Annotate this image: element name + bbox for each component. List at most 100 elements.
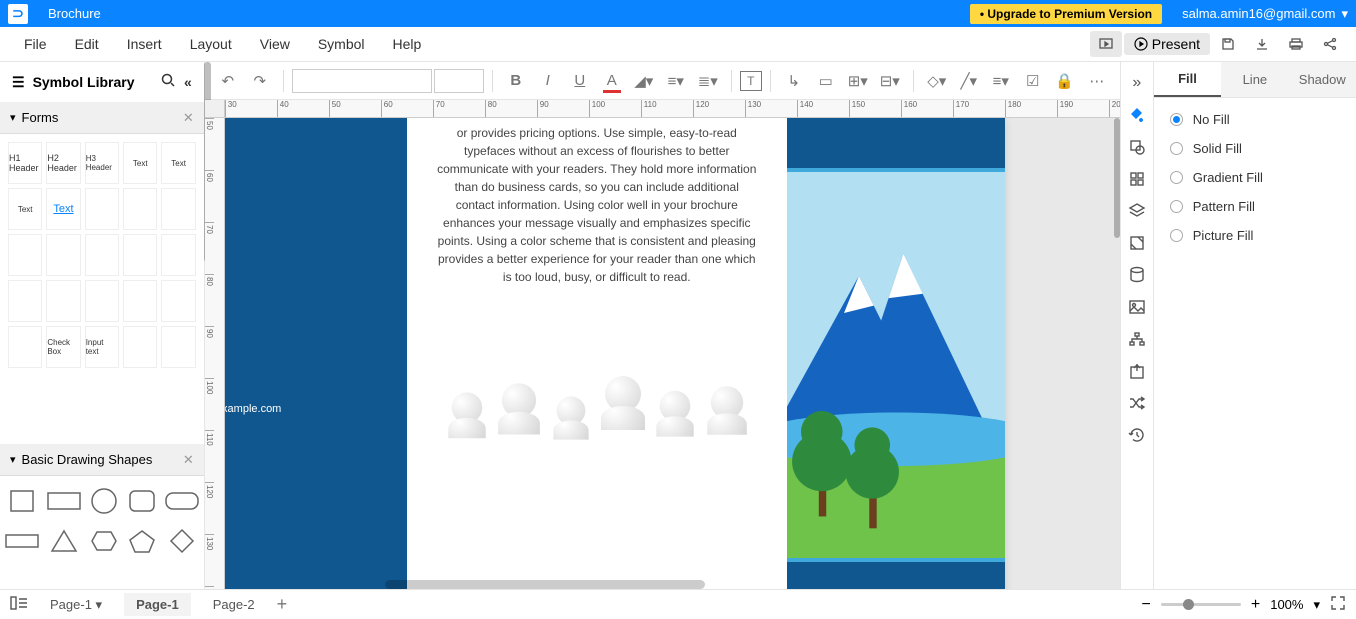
form-item[interactable]: [161, 234, 195, 276]
pages-list-icon[interactable]: [10, 596, 28, 613]
menu-insert[interactable]: Insert: [113, 36, 176, 52]
layers-tool-icon[interactable]: [1121, 196, 1153, 226]
redo-icon[interactable]: ↷: [245, 67, 275, 95]
zoom-dropdown-icon[interactable]: ▾: [1313, 597, 1320, 613]
tab-line[interactable]: Line: [1221, 62, 1288, 97]
print-icon[interactable]: [1280, 31, 1312, 57]
menu-edit[interactable]: Edit: [61, 36, 113, 52]
shape-pentagon[interactable]: [126, 524, 158, 558]
menu-file[interactable]: File: [10, 36, 61, 52]
menu-layout[interactable]: Layout: [176, 36, 246, 52]
zoom-slider[interactable]: [1161, 603, 1241, 606]
shape-diamond[interactable]: [164, 524, 200, 558]
form-item[interactable]: Input text: [85, 326, 119, 368]
grid-tool-icon[interactable]: [1121, 164, 1153, 194]
form-item[interactable]: H2 Header: [46, 142, 80, 184]
line-color-icon[interactable]: ╱▾: [954, 67, 984, 95]
shape-rounded-rect[interactable]: [164, 484, 200, 518]
bold-icon[interactable]: B: [501, 67, 531, 95]
font-family-select[interactable]: [292, 69, 432, 93]
shape-triangle[interactable]: [46, 524, 82, 558]
data-tool-icon[interactable]: [1121, 260, 1153, 290]
font-size-select[interactable]: [434, 69, 484, 93]
form-item[interactable]: [8, 326, 42, 368]
forms-panel-header[interactable]: ▾ Forms ✕: [0, 102, 204, 134]
shape-rectangle[interactable]: [46, 484, 82, 518]
form-item[interactable]: [8, 234, 42, 276]
shape-hexagon[interactable]: [88, 524, 120, 558]
canvas-area[interactable]: 3040506070809010011012013014015016017018…: [205, 100, 1120, 589]
group-icon[interactable]: ⊞▾: [843, 67, 873, 95]
more-icon[interactable]: ⋯: [1082, 67, 1112, 95]
search-icon[interactable]: [161, 73, 176, 91]
shape-rounded-square[interactable]: [126, 484, 158, 518]
close-icon[interactable]: ✕: [183, 110, 194, 126]
shape-rect-outline[interactable]: [4, 524, 40, 558]
expand-strip-icon[interactable]: »: [1121, 68, 1153, 98]
zoom-out-icon[interactable]: −: [1142, 596, 1151, 614]
shape-circle[interactable]: [88, 484, 120, 518]
brochure-left-panel[interactable]: 555 5 @example.com: [225, 118, 407, 589]
font-color-icon[interactable]: A: [597, 67, 627, 95]
form-item[interactable]: [161, 326, 195, 368]
fill-option[interactable]: Solid Fill: [1170, 141, 1340, 156]
fill-option[interactable]: Gradient Fill: [1170, 170, 1340, 185]
form-item[interactable]: [85, 234, 119, 276]
text-box-icon[interactable]: T: [740, 71, 762, 91]
form-item[interactable]: [161, 188, 195, 230]
shape-tool-icon[interactable]: [1121, 132, 1153, 162]
highlight-icon[interactable]: ◢▾: [629, 67, 659, 95]
save-icon[interactable]: [1212, 31, 1244, 57]
canvas-h-scrollbar[interactable]: [385, 580, 705, 589]
form-item[interactable]: [85, 188, 119, 230]
form-item[interactable]: [123, 188, 157, 230]
brochure-middle-panel[interactable]: or provides pricing options. Use simple,…: [407, 118, 787, 589]
page-selector[interactable]: Page-1 ▾: [38, 593, 114, 617]
align-objects-icon[interactable]: ⊟▾: [875, 67, 905, 95]
form-item[interactable]: H1 Header: [8, 142, 42, 184]
indent-icon[interactable]: ≣▾: [693, 67, 723, 95]
lock-icon[interactable]: 🔒: [1050, 67, 1080, 95]
effects-icon[interactable]: ☑: [1018, 67, 1048, 95]
line-style-icon[interactable]: ≡▾: [986, 67, 1016, 95]
form-item[interactable]: [123, 234, 157, 276]
container-icon[interactable]: ▭: [811, 67, 841, 95]
user-menu[interactable]: salma.amin16@gmail.com ▾: [1182, 6, 1348, 22]
shapes-panel-header[interactable]: ▾ Basic Drawing Shapes ✕: [0, 444, 204, 476]
form-item[interactable]: Check Box: [46, 326, 80, 368]
close-icon[interactable]: ✕: [183, 452, 194, 468]
tab-shadow[interactable]: Shadow: [1289, 62, 1356, 97]
upgrade-button[interactable]: • Upgrade to Premium Version: [970, 4, 1162, 24]
brochure-page[interactable]: 555 5 @example.com or provides pricing o…: [225, 118, 1005, 589]
tab-fill[interactable]: Fill: [1154, 62, 1221, 97]
export-tool-icon[interactable]: [1121, 356, 1153, 386]
page-tab-2[interactable]: Page-2: [201, 593, 267, 616]
form-item[interactable]: [123, 326, 157, 368]
form-item[interactable]: Text: [161, 142, 195, 184]
slideshow-icon[interactable]: [1090, 31, 1122, 57]
form-item[interactable]: [123, 280, 157, 322]
form-item[interactable]: Text: [46, 188, 80, 230]
menu-view[interactable]: View: [246, 36, 304, 52]
form-item[interactable]: [46, 280, 80, 322]
add-page-icon[interactable]: +: [277, 594, 288, 615]
share-icon[interactable]: [1314, 31, 1346, 57]
present-button[interactable]: Present: [1124, 33, 1210, 55]
brochure-right-panel[interactable]: [787, 118, 1005, 589]
form-item[interactable]: [161, 280, 195, 322]
menu-help[interactable]: Help: [379, 36, 436, 52]
fill-option[interactable]: Picture Fill: [1170, 228, 1340, 243]
underline-icon[interactable]: U: [565, 67, 595, 95]
form-item[interactable]: H3 Header: [85, 142, 119, 184]
page-tab-1[interactable]: Page-1: [124, 593, 191, 616]
form-item[interactable]: Text: [8, 188, 42, 230]
shape-square[interactable]: [4, 484, 40, 518]
connector-icon[interactable]: ↳: [779, 67, 809, 95]
history-tool-icon[interactable]: [1121, 420, 1153, 450]
italic-icon[interactable]: I: [533, 67, 563, 95]
form-item[interactable]: [85, 280, 119, 322]
hierarchy-tool-icon[interactable]: [1121, 324, 1153, 354]
download-icon[interactable]: [1246, 31, 1278, 57]
fill-tool-icon[interactable]: [1121, 100, 1153, 130]
shuffle-tool-icon[interactable]: [1121, 388, 1153, 418]
